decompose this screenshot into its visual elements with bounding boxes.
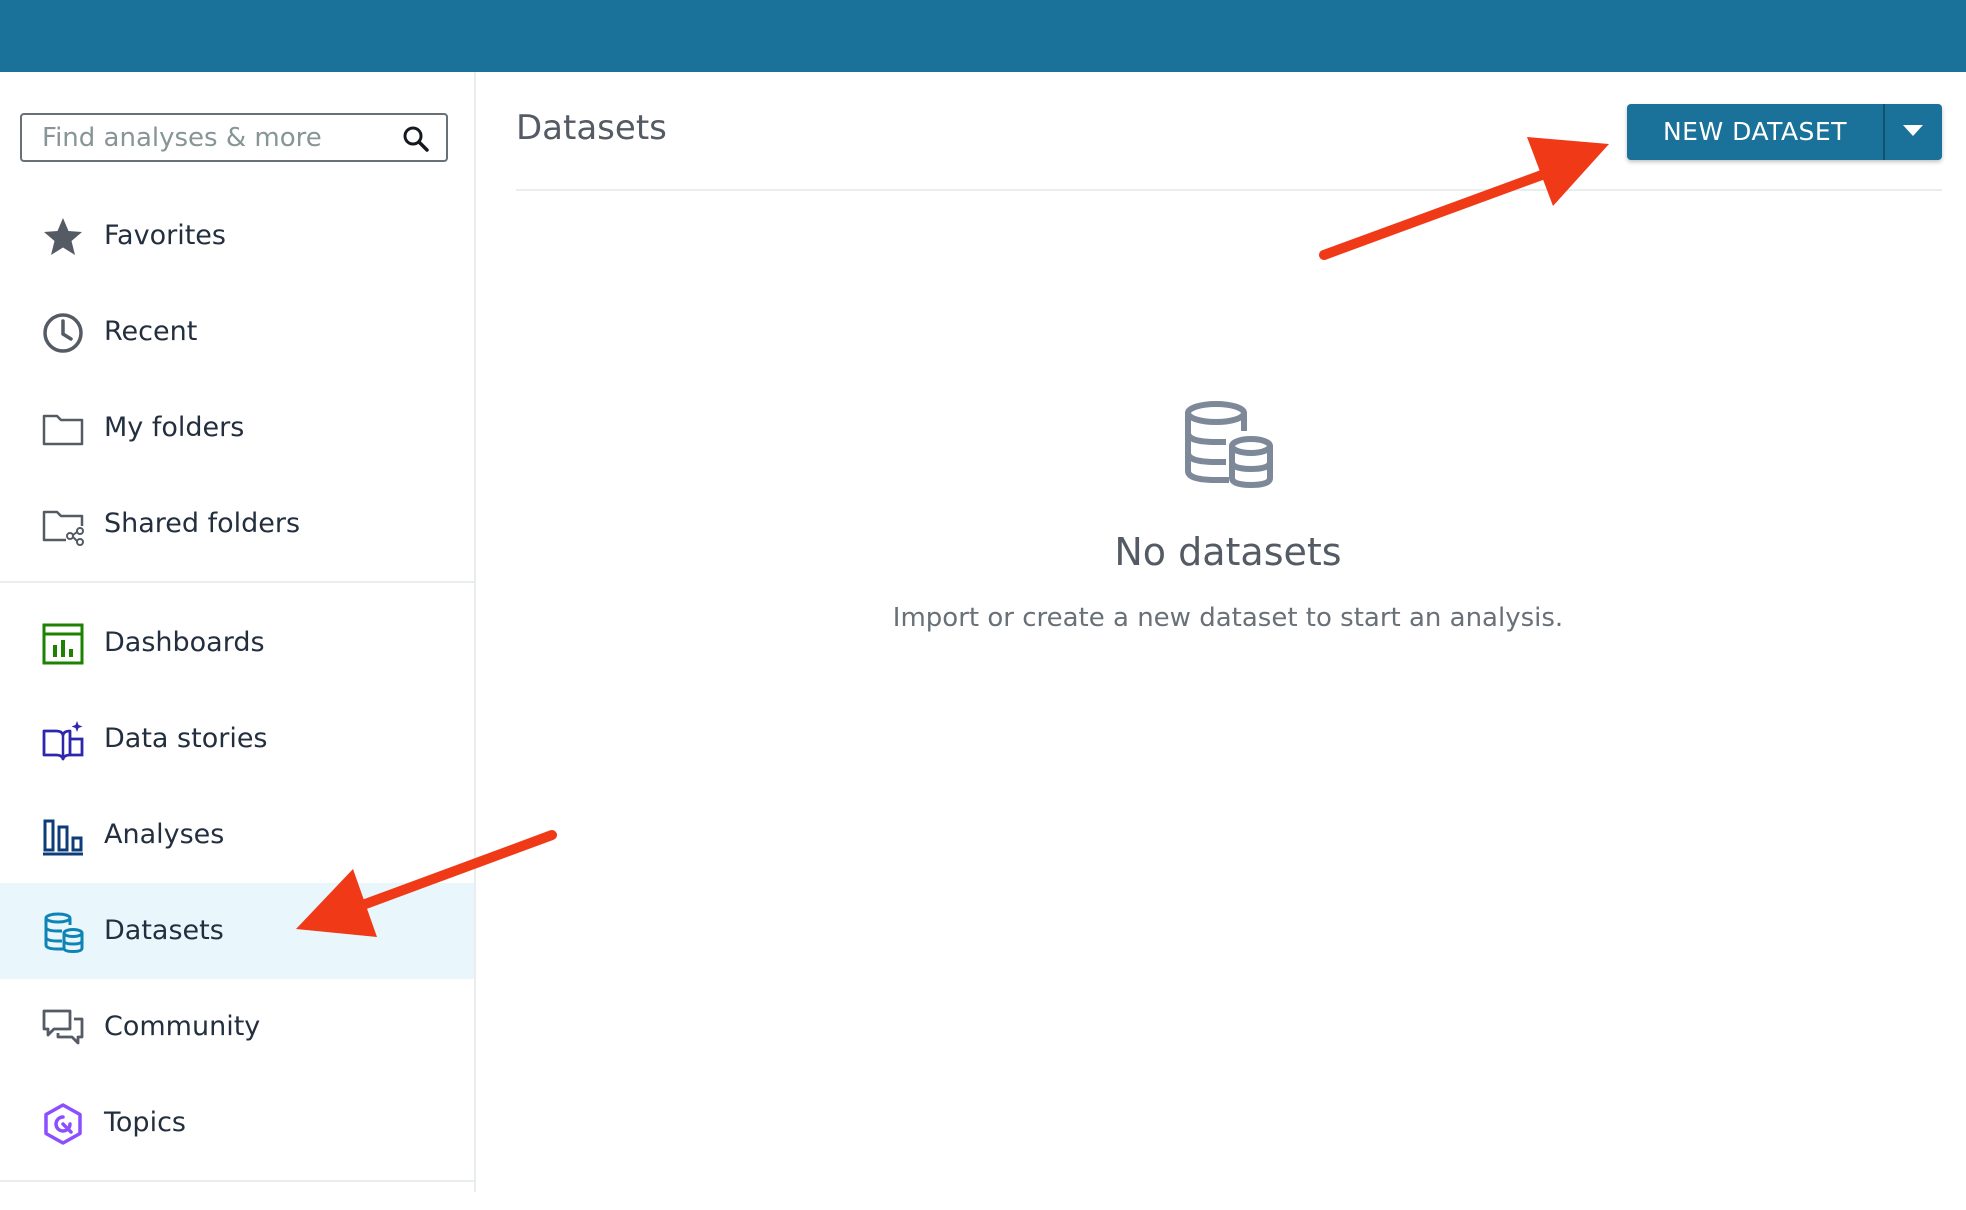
sidebar-item-shared-folders[interactable]: Shared folders (0, 476, 474, 572)
sidebar-item-data-stories[interactable]: Data stories (0, 691, 474, 787)
sidebar-item-label: Topics (104, 1107, 186, 1138)
sidebar-item-label: Community (104, 1011, 261, 1042)
topics-icon (44, 1103, 82, 1145)
sidebar: Favorites Recent My folders Shared folde… (0, 72, 476, 1192)
sidebar-item-my-folders[interactable]: My folders (0, 380, 474, 476)
sidebar-item-label: Datasets (104, 915, 224, 946)
sidebar-item-label: Analyses (104, 819, 225, 850)
sidebar-item-label: My folders (104, 412, 245, 443)
sidebar-divider (0, 1180, 474, 1182)
sidebar-item-topics[interactable]: Topics (0, 1075, 474, 1171)
new-dataset-button[interactable]: NEW DATASET (1627, 104, 1942, 160)
search-icon[interactable] (402, 125, 430, 153)
new-dataset-dropdown-button[interactable] (1885, 104, 1942, 160)
sidebar-item-datasets[interactable]: Datasets (0, 883, 474, 979)
sidebar-item-favorites[interactable]: Favorites (0, 188, 474, 284)
shared-folder-icon (42, 510, 84, 546)
analyses-icon (43, 819, 83, 856)
sidebar-item-label: Data stories (104, 723, 268, 754)
sidebar-item-community[interactable]: Community (0, 979, 474, 1075)
sidebar-item-label: Dashboards (104, 627, 265, 658)
page-title: Datasets (516, 108, 667, 148)
top-bar (0, 0, 1966, 72)
star-icon (44, 218, 82, 255)
title-divider (516, 189, 1942, 191)
folder-icon (42, 414, 84, 446)
sidebar-item-label: Recent (104, 316, 198, 347)
search-input[interactable] (42, 121, 382, 155)
sidebar-item-label: Shared folders (104, 508, 301, 539)
search-box[interactable] (20, 113, 448, 162)
empty-state-title: No datasets (1114, 530, 1342, 574)
datasets-icon (44, 912, 84, 953)
caret-down-icon (1903, 125, 1923, 136)
sidebar-item-analyses[interactable]: Analyses (0, 787, 474, 883)
sidebar-divider (0, 581, 474, 583)
new-dataset-button-label[interactable]: NEW DATASET (1627, 104, 1883, 160)
community-icon (42, 1009, 84, 1045)
data-story-icon (42, 721, 84, 761)
empty-state-subtitle: Import or create a new dataset to start … (892, 603, 1564, 633)
sidebar-item-label: Favorites (104, 220, 226, 251)
sidebar-item-dashboards[interactable]: Dashboards (0, 595, 474, 691)
dashboard-icon (42, 623, 84, 665)
clock-icon (43, 313, 83, 353)
annotation-arrow-new-dataset (1319, 137, 1609, 260)
datasets-icon (1185, 401, 1273, 489)
sidebar-item-recent[interactable]: Recent (0, 284, 474, 380)
